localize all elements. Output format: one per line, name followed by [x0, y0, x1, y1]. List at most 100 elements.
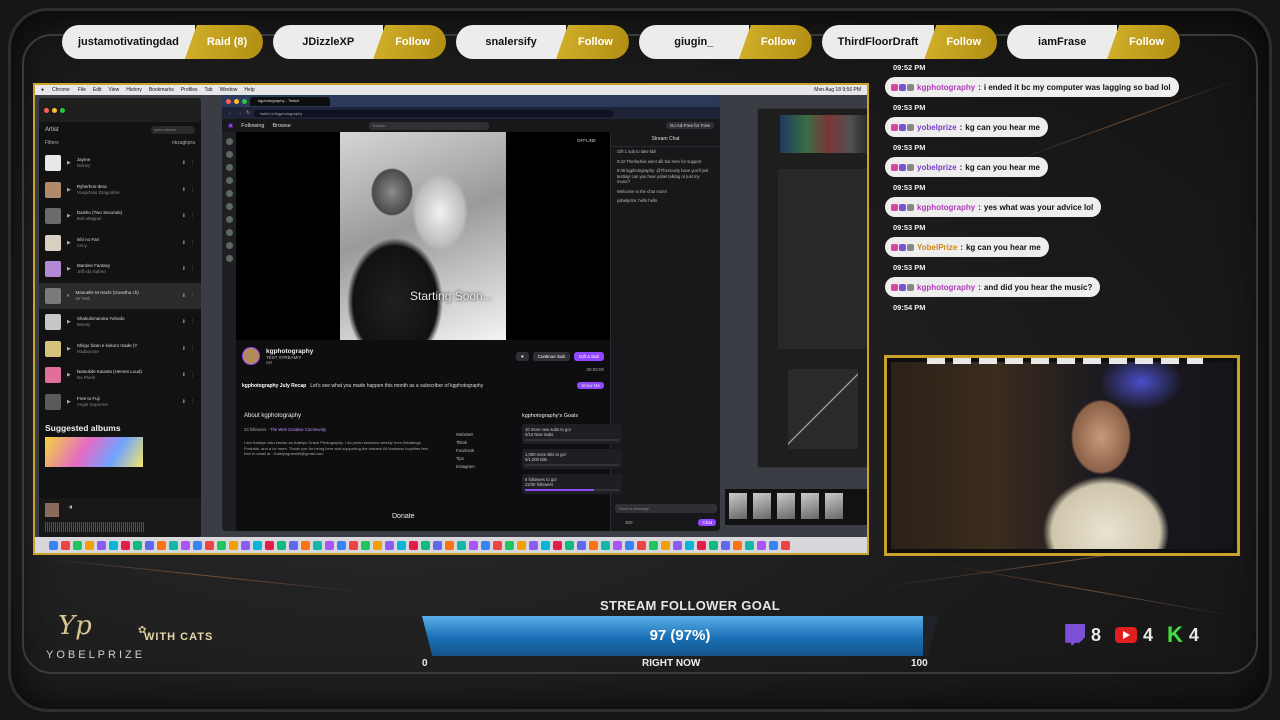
download-icon[interactable]: ⬇ — [182, 240, 186, 246]
channel-avatar[interactable] — [242, 347, 260, 365]
stream-category[interactable]: Art — [266, 360, 313, 365]
dock-app-icon[interactable] — [661, 540, 670, 550]
dock-app-icon[interactable] — [61, 540, 70, 550]
more-icon[interactable]: ⋮ — [190, 266, 195, 272]
dock-app-icon[interactable] — [373, 540, 382, 550]
dock-app-icon[interactable] — [133, 540, 142, 550]
play-icon[interactable]: ▶ — [67, 346, 71, 352]
channel-points[interactable]: 300 — [625, 520, 633, 525]
channel-avatar[interactable] — [225, 203, 233, 210]
more-icon[interactable]: ⋮ — [190, 240, 195, 246]
play-icon[interactable]: ▶ — [67, 319, 71, 325]
menubar-item[interactable]: Help — [244, 87, 254, 93]
play-icon[interactable]: ▶ — [67, 372, 71, 378]
video-player[interactable]: Starting Soon... OFFLINE — [236, 132, 610, 340]
channel-avatar[interactable] — [225, 164, 233, 171]
more-icon[interactable]: ⋮ — [190, 346, 195, 352]
menubar-item[interactable]: Edit — [93, 87, 102, 93]
dock-app-icon[interactable] — [313, 540, 322, 550]
dock-app-icon[interactable] — [505, 540, 514, 550]
dock-app-icon[interactable] — [421, 540, 430, 550]
dock-app-icon[interactable] — [205, 540, 214, 550]
dock-app-icon[interactable] — [169, 540, 178, 550]
tone-curve[interactable] — [788, 369, 858, 449]
about-link[interactable]: Website!! — [456, 431, 475, 439]
dock-app-icon[interactable] — [181, 540, 190, 550]
dock-app-icon[interactable] — [637, 540, 646, 550]
dock-app-icon[interactable] — [385, 540, 394, 550]
menubar-item[interactable]: File — [78, 87, 86, 93]
dock-app-icon[interactable] — [397, 540, 406, 550]
dock-app-icon[interactable] — [517, 540, 526, 550]
track-row[interactable]: ⏸ Manuelle M Hachi (Gosetha ch) Mr Meli ⬇ ⋮ — [39, 282, 201, 309]
about-link[interactable]: Facebook — [456, 447, 475, 455]
more-icon[interactable]: ⋮ — [190, 293, 195, 299]
track-row[interactable]: ▶ Jayme Money ⬇ ⋮ — [39, 150, 201, 177]
track-row[interactable]: ▶ Daisho (Two Seconds) Bob Wapper ⬇ ⋮ — [39, 203, 201, 230]
play-icon[interactable]: ▶ — [67, 240, 71, 246]
dock-app-icon[interactable] — [241, 540, 250, 550]
dock-app-icon[interactable] — [589, 540, 598, 550]
channel-avatar[interactable] — [225, 138, 233, 145]
more-icon[interactable]: ⋮ — [190, 213, 195, 219]
channel-avatar[interactable] — [225, 216, 233, 223]
dock-app-icon[interactable] — [769, 540, 778, 550]
dock-app-icon[interactable] — [253, 540, 262, 550]
play-icon[interactable]: ▶ — [67, 213, 71, 219]
ad-free-button[interactable]: Go Ad-Free for Free — [665, 122, 714, 129]
dock-app-icon[interactable] — [745, 540, 754, 550]
channel-avatar[interactable] — [225, 255, 233, 262]
back-icon[interactable]: ← — [228, 110, 233, 116]
dock-app-icon[interactable] — [577, 540, 586, 550]
menubar-item[interactable]: View — [109, 87, 120, 93]
maximize-icon[interactable] — [60, 107, 65, 113]
channel-avatar[interactable] — [225, 177, 233, 184]
dock-app-icon[interactable] — [529, 540, 538, 550]
more-icon[interactable]: ⋮ — [190, 399, 195, 405]
track-row[interactable]: ▶ Ryherhos-dera Youpclass Dragonfire ⬇ ⋮ — [39, 177, 201, 204]
dock-app-icon[interactable] — [109, 540, 118, 550]
goal-card[interactable]: 8 followers to go! 22/30 followers — [522, 474, 622, 494]
download-icon[interactable]: ⬇ — [182, 187, 186, 193]
dock-app-icon[interactable] — [73, 540, 82, 550]
channel-avatar[interactable] — [225, 229, 233, 236]
close-icon[interactable] — [44, 107, 49, 113]
about-link[interactable]: Tiktok — [456, 439, 475, 447]
track-row[interactable]: ▶ Shakuhimaruka Yuhodo Money ⬇ ⋮ — [39, 309, 201, 336]
dock-app-icon[interactable] — [445, 540, 454, 550]
dock-app-icon[interactable] — [781, 540, 790, 550]
dock-app-icon[interactable] — [121, 540, 130, 550]
minimize-icon[interactable] — [234, 98, 239, 104]
play-icon[interactable]: ▶ — [67, 160, 71, 166]
dock-app-icon[interactable] — [217, 540, 226, 550]
dock-app-icon[interactable] — [157, 540, 166, 550]
dock-app-icon[interactable] — [193, 540, 202, 550]
dock-app-icon[interactable] — [97, 540, 106, 550]
maximize-icon[interactable] — [242, 98, 247, 104]
dock-app-icon[interactable] — [337, 540, 346, 550]
dock-app-icon[interactable] — [625, 540, 634, 550]
dock-app-icon[interactable] — [409, 540, 418, 550]
more-icon[interactable]: ⋮ — [190, 372, 195, 378]
download-icon[interactable]: ⬇ — [182, 372, 186, 378]
film-thumb[interactable] — [729, 493, 747, 519]
download-icon[interactable]: ⬇ — [182, 346, 186, 352]
download-icon[interactable]: ⬇ — [182, 293, 186, 299]
dock-app-icon[interactable] — [481, 540, 490, 550]
dock-app-icon[interactable] — [721, 540, 730, 550]
menubar-item[interactable]: Tab — [205, 87, 213, 93]
reload-icon[interactable]: ↻ — [246, 110, 250, 116]
channel-avatar[interactable] — [225, 151, 233, 158]
continue-sub-button[interactable]: Continue Sub — [532, 351, 570, 361]
goal-card[interactable]: 10 more new subs to go! 0/10 New Subs — [522, 424, 622, 444]
dock-app-icon[interactable] — [457, 540, 466, 550]
film-thumb[interactable] — [801, 493, 819, 519]
menubar-app[interactable]: Chrome — [52, 87, 70, 93]
track-row[interactable]: ▶ Ishi no Fari Ancy ⬇ ⋮ — [39, 230, 201, 257]
nav-following[interactable]: Following — [241, 123, 264, 129]
play-icon[interactable]: ▶ — [67, 187, 71, 193]
dock-app-icon[interactable] — [493, 540, 502, 550]
dock-app-icon[interactable] — [49, 540, 58, 550]
channel-avatar[interactable] — [225, 190, 233, 197]
dock-app-icon[interactable] — [265, 540, 274, 550]
